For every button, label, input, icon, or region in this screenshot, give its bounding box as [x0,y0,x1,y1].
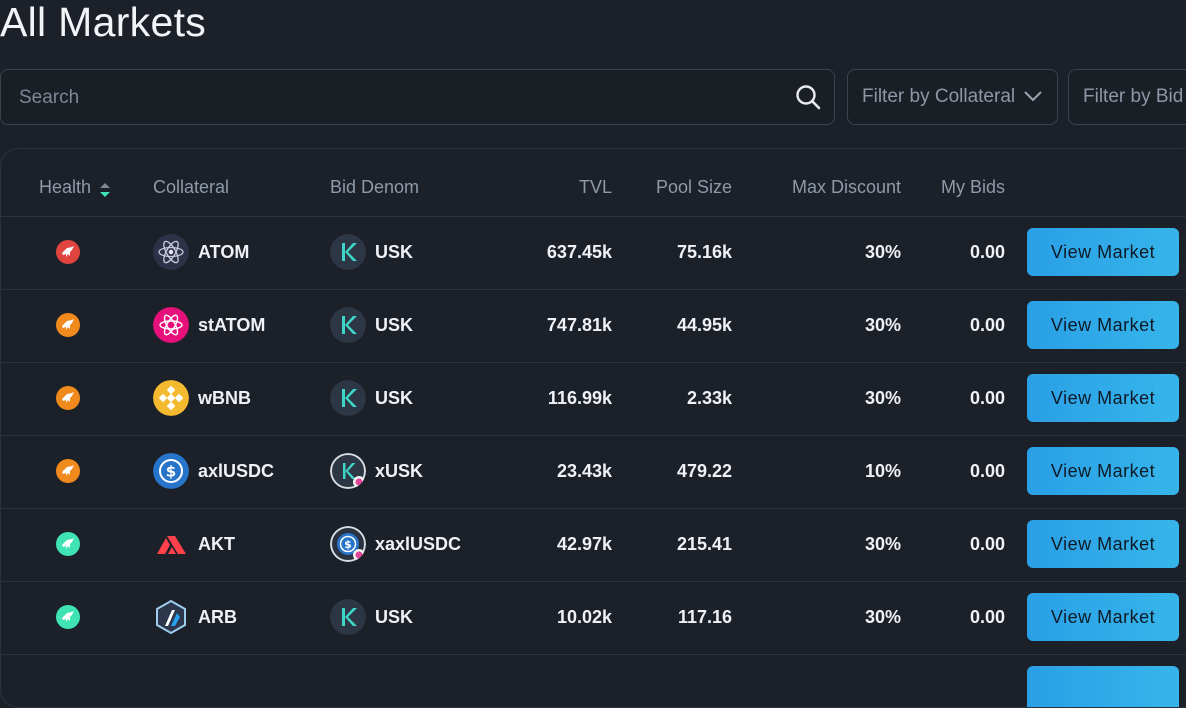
my-bids-value: 0.00 [969,607,1005,627]
my-bids-value: 0.00 [969,315,1005,335]
collateral-name: wBNB [198,388,251,408]
table-row [1,654,1186,707]
bid-denom-name: USK [375,315,414,335]
tvl-value: 637.45k [546,242,612,262]
markets-table: Health Collateral Bid Denom TVL Pool Siz… [0,148,1186,708]
tvl-column-header: TVL [578,177,612,197]
view-market-button[interactable]: View Market [1027,228,1179,276]
svg-text:$: $ [344,538,352,551]
table-row: AKT $ xaxlUSDC 42.97k 215.41 30% 0.00 View Mark… [1,508,1186,582]
collateral-name: ATOM [198,242,250,262]
pool-size-column-header: Pool Size [655,177,732,197]
pool-size-value: 75.16k [676,242,732,262]
table-row: stATOM USK 747.81k 44.95k 30% 0.00 View Market [1,289,1186,363]
tvl-value: 747.81k [546,315,612,335]
max-discount-value: 30% [864,388,901,408]
health-indicator-icon [56,386,80,410]
svg-text:$: $ [166,463,176,481]
pool-size-value: 2.33k [686,388,732,408]
akash-icon [153,526,189,562]
filter-bid-dropdown[interactable]: Filter by Bid [1068,69,1186,125]
max-discount-value: 10% [864,461,901,481]
table-row: ARB USK 10.02k 117.16 30% 0.00 View Market [1,581,1186,655]
atom-icon [153,234,189,270]
view-market-button[interactable]: View Market [1027,374,1179,422]
search-input[interactable] [17,70,781,126]
my-bids-value: 0.00 [969,461,1005,481]
view-market-button[interactable]: View Market [1027,447,1179,495]
pool-size-value: 215.41 [676,534,732,554]
usk-icon [330,234,366,270]
statom-icon [153,307,189,343]
health-indicator-icon [56,240,80,264]
search-icon[interactable] [794,83,822,111]
max-discount-value: 30% [864,242,901,262]
max-discount-value: 30% [864,607,901,627]
my-bids-column-header: My Bids [940,177,1005,197]
health-indicator-icon [56,313,80,337]
usdc-icon: $ [153,453,189,489]
bid-denom-column-header: Bid Denom [330,177,420,197]
bid-denom-name: xUSK [375,461,424,481]
my-bids-value: 0.00 [969,242,1005,262]
view-market-button[interactable]: View Market [1027,593,1179,641]
filter-bid-label: Filter by Bid [1083,86,1184,107]
health-indicator-icon [56,532,80,556]
my-bids-value: 0.00 [969,388,1005,408]
bid-denom-name: USK [375,607,414,627]
arbitrum-icon [153,599,189,635]
filter-collateral-dropdown[interactable]: Filter by Collateral [847,69,1058,125]
chevron-down-icon [1024,91,1042,102]
usk-icon [330,599,366,635]
bid-denom-name: USK [375,388,414,408]
my-bids-value: 0.00 [969,534,1005,554]
search-box[interactable] [0,69,835,126]
xaxlusdc-icon: $ [330,526,366,562]
health-indicator-icon [56,605,80,629]
view-market-button[interactable]: View Market [1027,301,1179,349]
tvl-value: 10.02k [556,607,612,627]
view-market-button[interactable]: View Market [1027,520,1179,568]
max-discount-value: 30% [864,534,901,554]
bnb-icon [153,380,189,416]
table-header: Health Collateral Bid Denom TVL Pool Siz… [1,149,1186,217]
pool-size-value: 44.95k [676,315,732,335]
tvl-value: 23.43k [556,461,612,481]
table-row: $ axlUSDC xUSK 23.43k 479.22 10% 0.00 View Mark… [1,435,1186,509]
collateral-name: AKT [198,534,235,554]
health-column-header[interactable]: Health [39,149,91,216]
bid-denom-name: xaxlUSDC [375,534,462,554]
collateral-name: stATOM [198,315,266,335]
collateral-name: ARB [198,607,237,627]
page-title: All Markets [0,0,207,45]
view-market-button[interactable] [1027,666,1179,707]
max-discount-column-header: Max Discount [791,177,901,197]
filter-collateral-label: Filter by Collateral [862,86,1016,107]
collateral-column-header: Collateral [153,177,230,197]
max-discount-value: 30% [864,315,901,335]
pool-size-value: 117.16 [677,607,732,627]
bid-denom-name: USK [375,242,414,262]
tvl-value: 116.99k [547,388,612,408]
xusk-icon [330,453,366,489]
collateral-name: axlUSDC [198,461,275,481]
health-indicator-icon [56,459,80,483]
table-row: wBNB USK 116.99k 2.33k 30% 0.00 View Market [1,362,1186,436]
pool-size-value: 479.22 [676,461,732,481]
table-row: ATOM USK 637.45k 75.16k 30% 0.00 View Market [1,216,1186,290]
usk-icon [330,307,366,343]
usk-icon [330,380,366,416]
sort-icon[interactable] [99,182,111,198]
tvl-value: 42.97k [556,534,612,554]
